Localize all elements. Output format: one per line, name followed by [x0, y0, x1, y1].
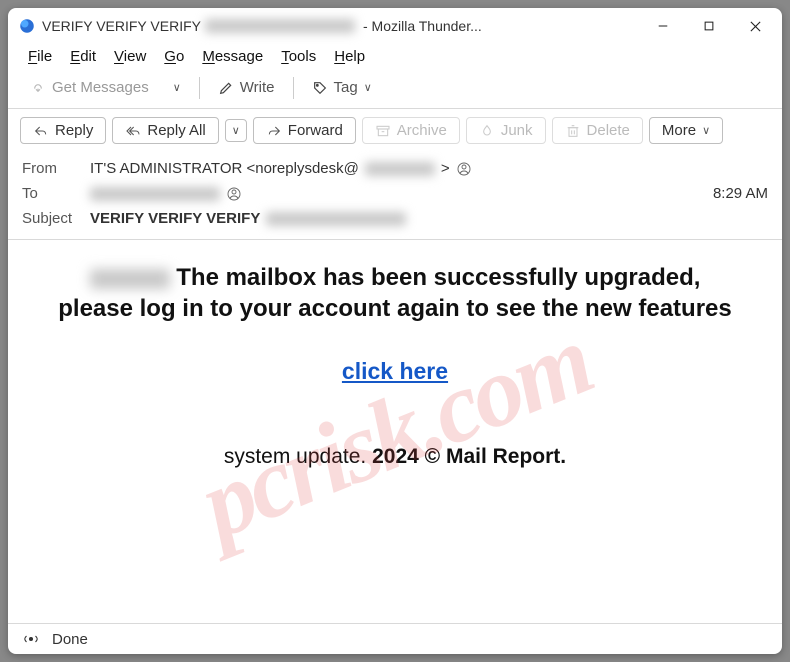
- status-text: Done: [52, 631, 88, 648]
- statusbar: Done: [8, 623, 782, 654]
- redacted-title: [205, 19, 355, 33]
- tag-button[interactable]: Tag ∨: [302, 75, 382, 100]
- subject-label: Subject: [22, 210, 80, 227]
- redacted-to: [90, 187, 220, 201]
- contact-icon[interactable]: [226, 186, 242, 202]
- get-messages-button[interactable]: Get Messages: [20, 75, 159, 100]
- message-time: 8:29 AM: [713, 185, 768, 202]
- reply-label: Reply: [55, 122, 93, 139]
- archive-button[interactable]: Archive: [362, 117, 460, 144]
- menubar: File Edit View Go Message Tools Help: [8, 44, 782, 71]
- message-body: pcrisk.com The mailbox has been successf…: [8, 240, 782, 623]
- body-footer: system update. 2024 © Mail Report.: [26, 445, 764, 469]
- separator: [293, 77, 294, 99]
- redacted-body: [90, 269, 170, 289]
- more-button[interactable]: More ∨: [649, 117, 723, 144]
- reply-all-label: Reply All: [147, 122, 205, 139]
- get-messages-label: Get Messages: [52, 79, 149, 96]
- menu-message[interactable]: Message: [194, 46, 271, 67]
- message-toolbar: Reply Reply All ∨ Forward Archive Junk D…: [8, 109, 782, 152]
- connection-icon[interactable]: [22, 630, 40, 648]
- menu-edit[interactable]: Edit: [62, 46, 104, 67]
- watermark: pcrisk.com: [185, 302, 606, 561]
- menu-file[interactable]: File: [20, 46, 60, 67]
- tag-label: Tag: [334, 79, 358, 96]
- click-here-link[interactable]: click here: [342, 358, 448, 384]
- write-label: Write: [240, 79, 275, 96]
- redacted-from-domain: [365, 162, 435, 176]
- redacted-subject: [266, 212, 406, 226]
- from-value: IT'S ADMINISTRATOR <noreplysdesk@ >: [90, 160, 768, 177]
- write-button[interactable]: Write: [208, 75, 285, 100]
- window-title-prefix: VERIFY VERIFY VERIFY: [42, 18, 201, 34]
- archive-label: Archive: [397, 122, 447, 139]
- app-icon: [18, 17, 36, 35]
- window-title-suffix: - Mozilla Thunder...: [363, 18, 482, 34]
- maximize-button[interactable]: [686, 9, 732, 43]
- from-label: From: [22, 160, 80, 177]
- more-label: More: [662, 122, 696, 139]
- menu-go[interactable]: Go: [156, 46, 192, 67]
- reply-button[interactable]: Reply: [20, 117, 106, 144]
- reply-all-dropdown[interactable]: ∨: [225, 119, 247, 142]
- minimize-button[interactable]: [640, 9, 686, 43]
- forward-button[interactable]: Forward: [253, 117, 356, 144]
- close-button[interactable]: [732, 9, 778, 43]
- to-label: To: [22, 185, 80, 202]
- message-headers: From IT'S ADMINISTRATOR <noreplysdesk@ >…: [8, 152, 782, 240]
- delete-button[interactable]: Delete: [552, 117, 643, 144]
- get-messages-dropdown[interactable]: ∨: [163, 77, 191, 98]
- subject-value: VERIFY VERIFY VERIFY: [90, 210, 768, 227]
- menu-view[interactable]: View: [106, 46, 154, 67]
- to-value: [90, 186, 703, 202]
- body-headline: The mailbox has been successfully upgrad…: [26, 262, 764, 324]
- menu-help[interactable]: Help: [326, 46, 373, 67]
- menu-tools[interactable]: Tools: [273, 46, 324, 67]
- separator: [199, 77, 200, 99]
- titlebar: VERIFY VERIFY VERIFY - Mozilla Thunder..…: [8, 8, 782, 44]
- reply-all-button[interactable]: Reply All: [112, 117, 218, 144]
- junk-label: Junk: [501, 122, 533, 139]
- contact-icon[interactable]: [456, 161, 472, 177]
- junk-button[interactable]: Junk: [466, 117, 546, 144]
- primary-toolbar: Get Messages ∨ Write Tag ∨: [8, 71, 782, 109]
- delete-label: Delete: [587, 122, 630, 139]
- forward-label: Forward: [288, 122, 343, 139]
